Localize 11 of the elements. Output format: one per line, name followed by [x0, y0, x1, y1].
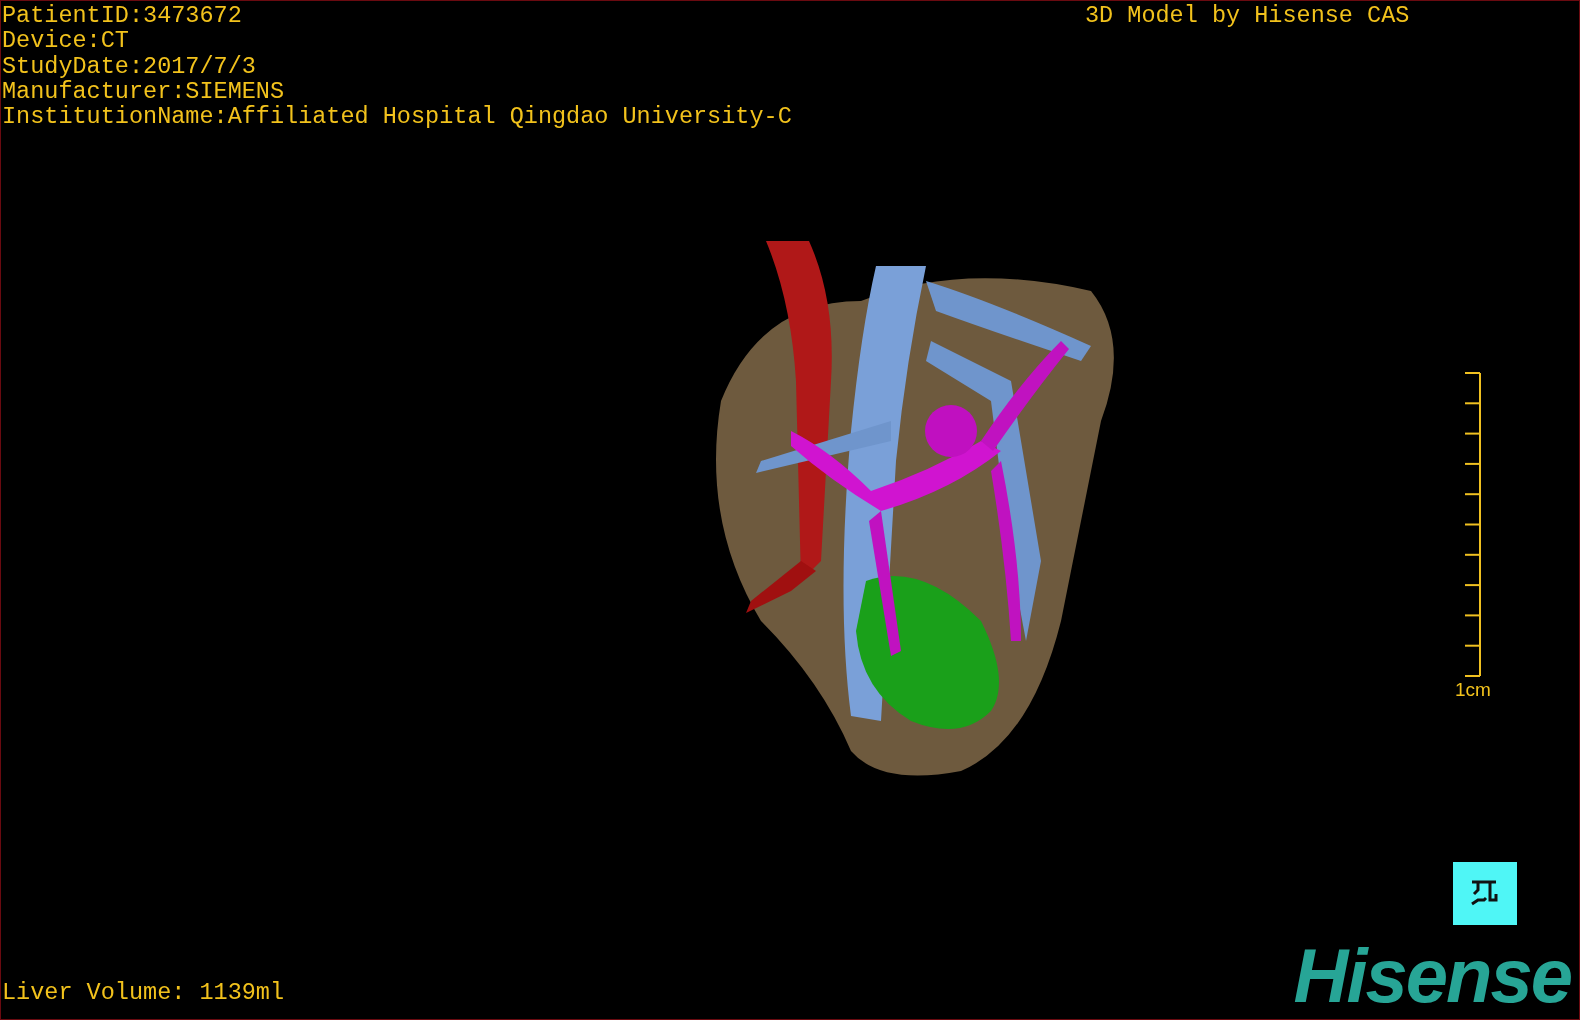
credit-text: 3D Model by Hisense CAS [1085, 3, 1410, 28]
brand-logo: Hisense [1293, 941, 1572, 1011]
liver-volume-text: Liver Volume: 1139ml [2, 980, 285, 1005]
scale-ruler-icon [1462, 371, 1483, 679]
scale-label: 1cm [1455, 679, 1491, 701]
info-text: PatientID:3473672 [2, 3, 243, 29]
info-text: Device:CT [2, 28, 130, 54]
info-text: Manufacturer:SIEMENS [2, 78, 286, 105]
info-text: StudyDate:2017/7/3 [2, 53, 257, 79]
info-text: InstitutionName:Affiliated Hospital Qingdao University-C [2, 104, 792, 130]
toolbar-button[interactable] [1453, 862, 1517, 925]
